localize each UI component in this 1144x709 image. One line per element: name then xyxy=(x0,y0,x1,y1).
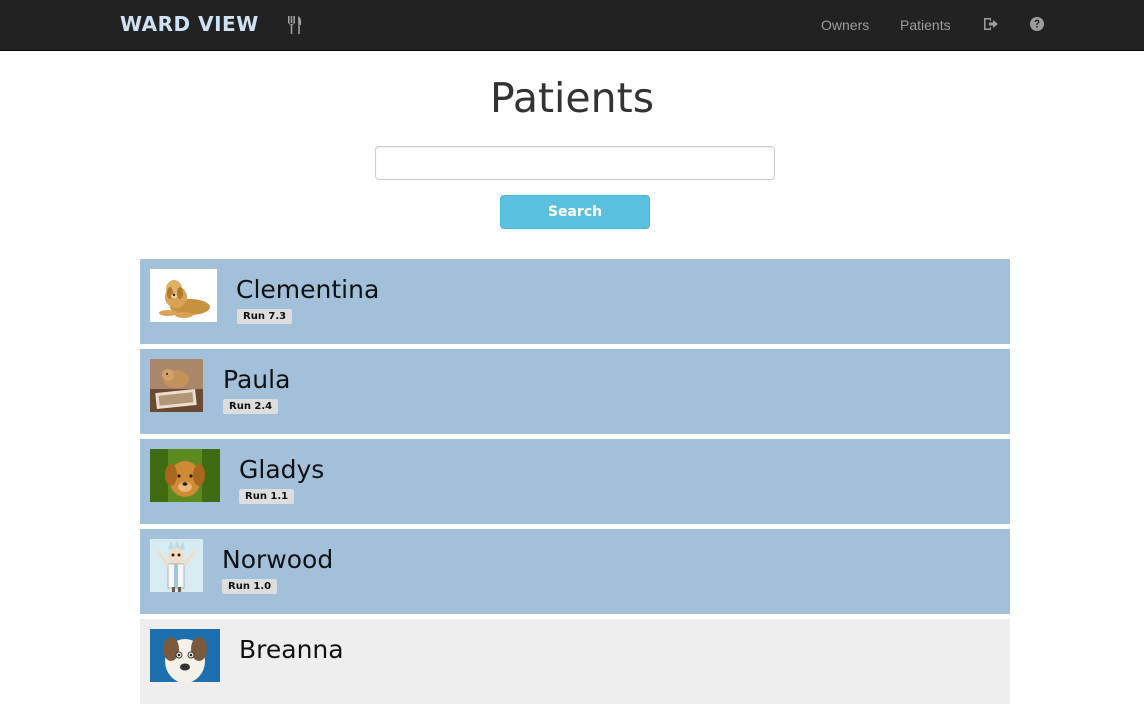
patient-name: Norwood xyxy=(222,545,334,574)
patient-row[interactable]: Norwood Run 1.0 xyxy=(140,529,1010,614)
patient-name: Gladys xyxy=(239,455,325,484)
run-badge: Run 1.1 xyxy=(239,489,295,504)
patient-row[interactable]: Breanna xyxy=(140,619,1010,704)
patient-row[interactable]: Paula Run 2.4 xyxy=(140,349,1010,434)
patient-photo xyxy=(150,269,217,322)
patient-row[interactable]: Gladys Run 1.1 xyxy=(140,439,1010,524)
run-badge: Run 1.0 xyxy=(222,579,278,594)
patient-photo xyxy=(150,629,220,682)
nav-patients-link[interactable]: Patients xyxy=(900,17,951,33)
patient-photo xyxy=(150,539,203,592)
patient-list: Clementina Run 7.3 Paula Run 2.4 Gladys … xyxy=(140,259,1010,709)
patient-photo xyxy=(150,359,203,412)
top-navbar: WARD VIEW Owners Patients xyxy=(0,0,1144,51)
patient-photo xyxy=(150,449,220,502)
utensils-icon[interactable] xyxy=(287,15,303,35)
logout-icon[interactable] xyxy=(983,16,999,32)
help-circle-icon[interactable] xyxy=(1029,16,1045,32)
brand-logo[interactable]: WARD VIEW xyxy=(120,12,259,36)
nav-owners-link[interactable]: Owners xyxy=(821,17,869,33)
search-button[interactable]: Search xyxy=(500,195,650,229)
page-title: Patients xyxy=(489,74,655,122)
run-badge: Run 7.3 xyxy=(237,309,293,324)
patient-name: Paula xyxy=(223,365,291,394)
run-badge: Run 2.4 xyxy=(223,399,279,414)
search-input[interactable] xyxy=(375,146,775,180)
patient-row[interactable]: Clementina Run 7.3 xyxy=(140,259,1010,344)
patient-name: Breanna xyxy=(239,635,344,664)
patient-name: Clementina xyxy=(236,275,380,304)
